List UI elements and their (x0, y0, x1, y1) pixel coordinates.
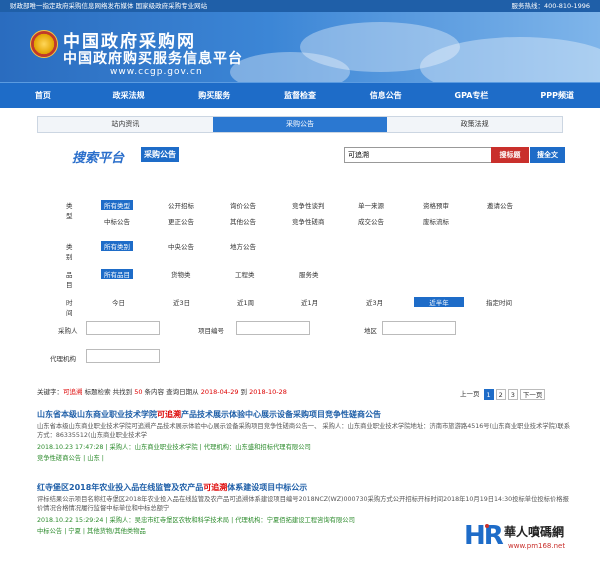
filter-item-engineering[interactable]: 工程类 (235, 269, 255, 279)
pager-next[interactable]: 下一页 (519, 389, 546, 400)
search-category-tag: 采购公告 (141, 147, 179, 162)
nav-regulations[interactable]: 政采法规 (86, 90, 172, 101)
filter-type-label: 类型 (66, 202, 73, 220)
pager-prev[interactable]: 上一页 (458, 389, 482, 400)
filter-type-other[interactable]: 其他公告 (230, 216, 256, 226)
region-label: 地区 (364, 327, 377, 335)
filter-type-award[interactable]: 中标公告 (104, 216, 130, 226)
filter-category-central[interactable]: 中央公告 (168, 241, 194, 251)
region-select[interactable] (382, 321, 456, 335)
pager-page-2[interactable]: 2 (495, 389, 506, 400)
search-platform-logo: 搜索平台 (72, 151, 125, 166)
filter-item-services[interactable]: 服务类 (299, 269, 319, 279)
nav-ppp[interactable]: PPP频道 (514, 90, 600, 101)
result-title-pre: 红寺堡区2018年农业投入品在线监管及农产品 (37, 483, 204, 492)
buyer-label: 采购人 (58, 327, 78, 335)
filter-type-failed[interactable]: 废标流标 (423, 216, 449, 226)
result-title-keyword: 可追溯 (203, 483, 228, 492)
filter-item-goods[interactable]: 货物类 (171, 269, 191, 279)
filter-type-prequal[interactable]: 资格预审 (423, 200, 449, 210)
buyer-input[interactable] (86, 321, 160, 335)
agency-label: 代理机构 (50, 355, 76, 363)
search-scope-tabs: 站内资讯 采购公告 政策法规 (37, 116, 563, 133)
pager-page-3[interactable]: 3 (507, 389, 518, 400)
tab-policies[interactable]: 政策法规 (387, 117, 563, 132)
filter-time-label: 时间 (66, 299, 73, 317)
national-emblem-icon (30, 30, 58, 58)
result-meta: 2018.10.23 17:47:28 | 采购人：山东商业职业技术学院 | 代… (37, 444, 311, 451)
summary-to-word: 到 (238, 388, 250, 396)
nav-announcements[interactable]: 信息公告 (343, 90, 429, 101)
result-title-link[interactable]: 红寺堡区2018年农业投入品在线监管及农产品可追溯体系建设项目中标公示 (37, 482, 572, 493)
watermark-logo: HR 華人噴碼網 www.pm168.net (464, 521, 592, 555)
filter-type-deal[interactable]: 成交公告 (358, 216, 384, 226)
result-snippet: 评标结果公示项目名称红寺堡区2018年农业投入品在线监管及农产品可追溯体系建设项… (37, 496, 569, 512)
site-url: www.ccgp.gov.cn (110, 67, 203, 77)
nav-supervision[interactable]: 监督检查 (257, 90, 343, 101)
filter-type-invitation[interactable]: 邀请公告 (487, 200, 513, 210)
filter-type-open[interactable]: 公开招标 (168, 200, 194, 210)
filter-time-1month[interactable]: 近1月 (301, 297, 318, 307)
filter-type-inquiry[interactable]: 询价公告 (230, 200, 256, 210)
tab-procurement-notices[interactable]: 采购公告 (212, 117, 388, 132)
filter-category-all[interactable]: 所有类别 (101, 241, 133, 251)
filter-time-custom[interactable]: 指定时间 (486, 297, 512, 307)
filter-type-all[interactable]: 所有类型 (101, 200, 133, 210)
main-nav: 首页 政采法规 购买服务 监督检查 信息公告 GPA专栏 PPP频道 (0, 82, 600, 108)
filter-category-local[interactable]: 地方公告 (230, 241, 256, 251)
watermark-hr-icon: HR (464, 521, 504, 551)
site-banner: 中国政府采购网 中国政府购买服务信息平台 www.ccgp.gov.cn (0, 12, 600, 82)
summary-keyword: 可追溯 (63, 388, 83, 396)
project-number-input[interactable] (236, 321, 310, 335)
pager-page-1[interactable]: 1 (483, 389, 494, 400)
filter-type-consultation[interactable]: 竞争性磋商 (292, 216, 325, 226)
summary-range-prefix: 条内容 查询日期从 (142, 388, 201, 396)
service-hotline: 服务热线：400-810-1996 (511, 2, 590, 10)
nav-purchase-services[interactable]: 购买服务 (171, 90, 257, 101)
result-title-keyword: 可追溯 (157, 410, 181, 419)
top-info-left: 财政部唯一指定政府采购信息网络发布媒体 国家级政府采购专业网站 (10, 2, 208, 10)
filter-time-half-year[interactable]: 近半年 (414, 297, 464, 307)
list-item: 山东省本级山东商业职业技术学院可追溯产品技术展示体验中心展示设备采购项目竞争性磋… (37, 409, 572, 462)
result-snippet: 山东省本级山东商业职业技术学院可追溯产品技术展示体验中心展示设备采购项目竞争性磋… (37, 423, 570, 439)
search-summary: 关键字：可追溯 标题检索 共找到 50 条内容 查询日期从 2018-04-29… (37, 386, 287, 396)
pagination: 上一页 1 2 3 下一页 (458, 389, 546, 400)
watermark-name: 華人噴碼網 (504, 525, 565, 539)
filter-time-3months[interactable]: 近3月 (366, 297, 383, 307)
filter-type-negotiation[interactable]: 竞争性谈判 (292, 200, 325, 210)
project-number-label: 项目编号 (198, 327, 224, 335)
summary-mid: 标题检索 共找到 (82, 388, 135, 396)
watermark-dot-icon (485, 524, 489, 528)
summary-prefix: 关键字： (37, 388, 63, 396)
result-title-post: 体系建设项目中标公示 (227, 483, 308, 492)
nav-home[interactable]: 首页 (0, 90, 86, 101)
tab-site-news[interactable]: 站内资讯 (38, 117, 213, 132)
filter-item-label: 品目 (66, 271, 73, 289)
filter-time-3days[interactable]: 近3日 (173, 297, 190, 307)
agency-input[interactable] (86, 349, 160, 363)
result-tags: 竞争性磋商公告 | 山东 | (37, 455, 104, 462)
filter-type-single-source[interactable]: 单一来源 (358, 200, 384, 210)
watermark-url: www.pm168.net (508, 542, 566, 550)
top-info-bar: 财政部唯一指定政府采购信息网络发布媒体 国家级政府采购专业网站 服务热线：400… (0, 0, 600, 12)
summary-date-from: 2018-04-29 (200, 388, 239, 396)
search-fulltext-button[interactable]: 搜全文 (530, 147, 565, 163)
search-title-button[interactable]: 搜标题 (491, 147, 529, 163)
search-input[interactable] (344, 147, 492, 163)
result-title-pre: 山东省本级山东商业职业技术学院 (37, 410, 157, 419)
filter-time-today[interactable]: 今日 (112, 297, 125, 307)
filter-type-correction[interactable]: 更正公告 (168, 216, 194, 226)
filter-item-all[interactable]: 所有品目 (101, 269, 133, 279)
result-title-link[interactable]: 山东省本级山东商业职业技术学院可追溯产品技术展示体验中心展示设备采购项目竞争性磋… (37, 409, 572, 420)
filter-category-label: 类别 (66, 243, 73, 261)
nav-gpa[interactable]: GPA专栏 (429, 90, 515, 101)
search-bar: 搜索平台 采购公告 搜标题 搜全文 (37, 133, 565, 171)
site-subname: 中国政府购买服务信息平台 (63, 51, 243, 67)
summary-date-to: 2018-10-28 (249, 388, 287, 396)
filter-time-1week[interactable]: 近1周 (237, 297, 254, 307)
result-title-post: 产品技术展示体验中心展示设备采购项目竞争性磋商公告 (181, 410, 381, 419)
